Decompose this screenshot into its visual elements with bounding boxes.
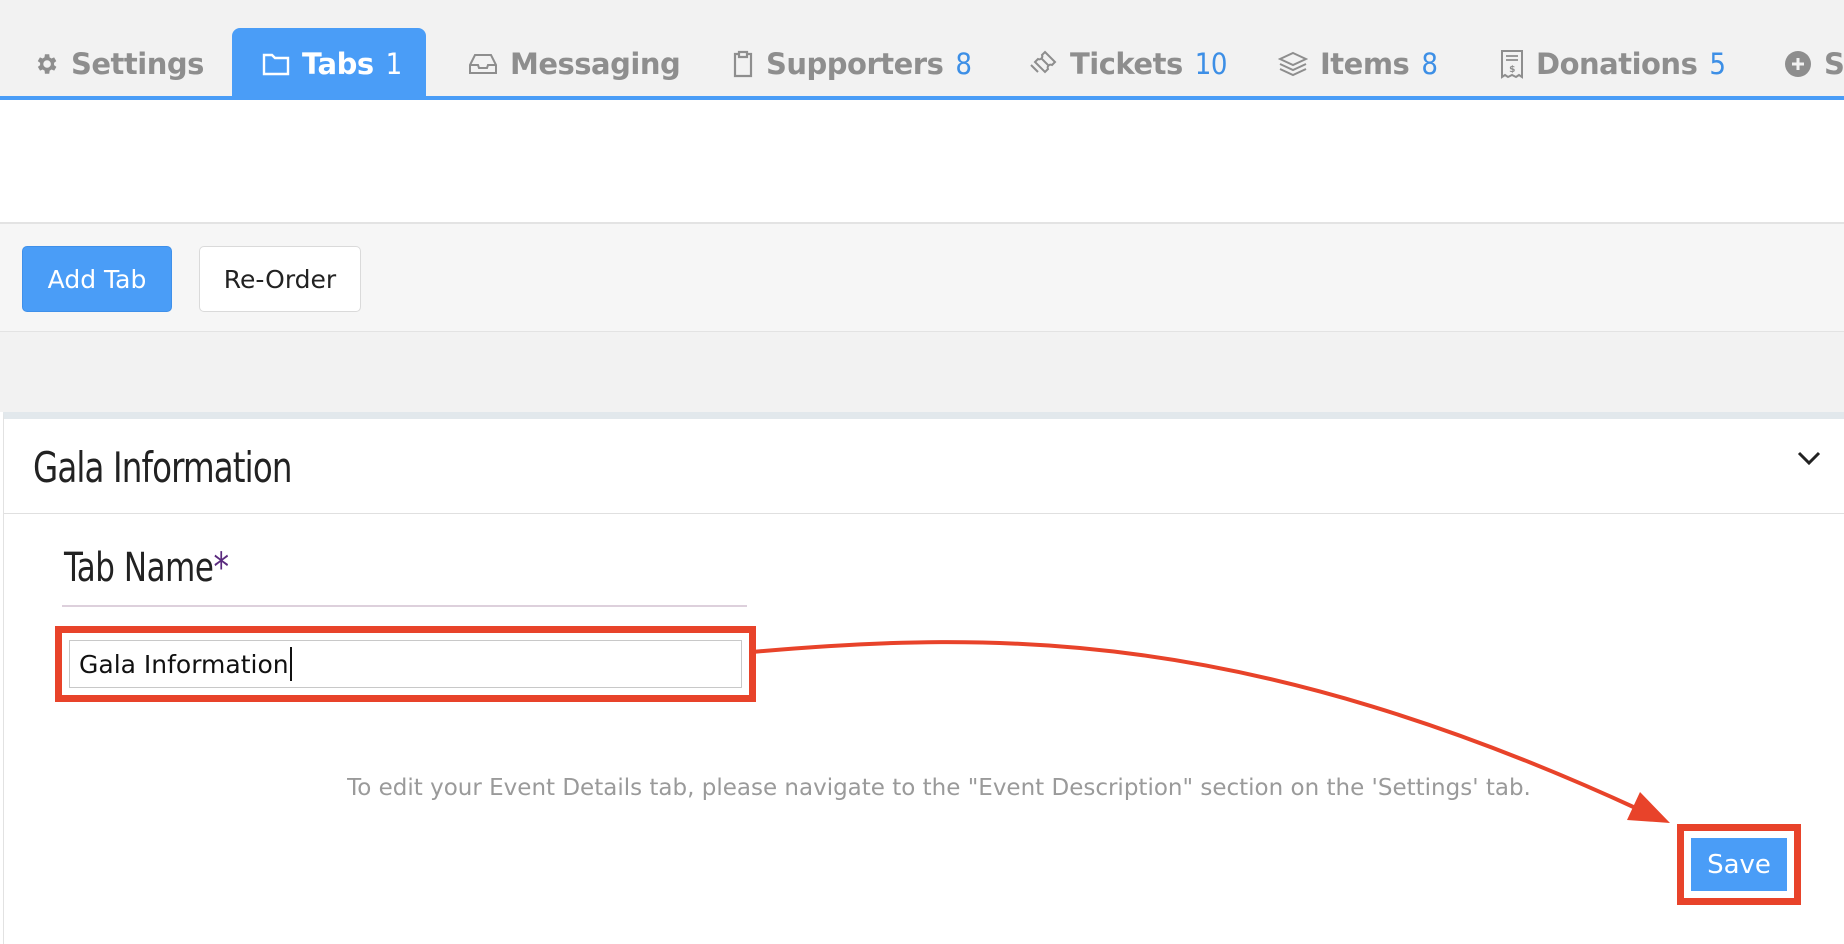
- tab-settings[interactable]: Settings: [33, 28, 204, 96]
- tab-label: Items: [1320, 47, 1410, 81]
- tab-items[interactable]: Items 8: [1278, 28, 1438, 96]
- save-highlight: Save: [1677, 824, 1801, 905]
- tab-count-badge: 5: [1709, 47, 1726, 81]
- header-spacer: [0, 100, 1844, 224]
- required-mark: *: [213, 545, 229, 591]
- tab-supporters[interactable]: Supporters 8: [732, 28, 972, 96]
- receipt-icon: $: [1501, 50, 1523, 79]
- gear-icon: [37, 54, 57, 74]
- clipboard-icon: [733, 50, 753, 78]
- tab-tabs[interactable]: Tabs 1: [232, 28, 426, 96]
- chevron-down-icon[interactable]: [1796, 449, 1822, 467]
- svg-text:$: $: [1509, 65, 1515, 75]
- reorder-button[interactable]: Re-Order: [199, 246, 361, 312]
- tab-label: Tickets: [1070, 47, 1183, 81]
- tab-count-badge: 8: [955, 47, 972, 81]
- tab-panel: Gala Information Tab Name* Gala Informat…: [3, 412, 1844, 944]
- tab-donations[interactable]: $ Donations 5: [1500, 28, 1726, 96]
- save-button[interactable]: Save: [1691, 838, 1787, 891]
- tab-messaging[interactable]: Messaging: [468, 28, 681, 96]
- tab-label: Settings: [71, 47, 204, 81]
- tab-label: Supporters: [766, 47, 944, 81]
- tab-count-badge: 8: [1421, 47, 1438, 81]
- tab-name-label-text: Tab Name: [64, 545, 214, 591]
- layers-icon: [1278, 51, 1308, 77]
- ticket-icon: [1030, 50, 1057, 74]
- tab-count-badge: 1: [385, 47, 403, 81]
- help-text: To edit your Event Details tab, please n…: [347, 775, 1531, 801]
- tab-bar: Settings Tabs 1 Messaging Supporters 8 T…: [0, 0, 1844, 100]
- field-label-wrap: Tab Name*: [62, 545, 747, 607]
- add-tab-button[interactable]: Add Tab: [22, 246, 172, 312]
- panel-header[interactable]: Gala Information: [4, 419, 1844, 514]
- tab-label: Tabs: [302, 47, 374, 81]
- tab-label: Messaging: [510, 47, 681, 81]
- tab-name-input[interactable]: Gala Information: [69, 640, 742, 688]
- text-caret: [289, 647, 292, 681]
- tab-more[interactable]: S: [1784, 28, 1844, 96]
- panel-title: Gala Information: [33, 443, 292, 492]
- plus-circle-icon: [1785, 51, 1811, 77]
- folder-icon: [262, 53, 290, 76]
- tab-tickets[interactable]: Tickets 10: [1028, 28, 1228, 96]
- tab-label: Donations: [1536, 47, 1698, 81]
- toolbar: Add Tab Re-Order: [0, 224, 1844, 332]
- tab-name-label: Tab Name*: [64, 545, 229, 591]
- inbox-icon: [469, 54, 497, 74]
- tab-label: S: [1824, 47, 1844, 81]
- tab-name-value: Gala Information: [79, 649, 289, 679]
- tab-count-badge: 10: [1194, 47, 1228, 81]
- input-highlight: Gala Information: [55, 626, 756, 702]
- content-spacer: [0, 332, 1844, 412]
